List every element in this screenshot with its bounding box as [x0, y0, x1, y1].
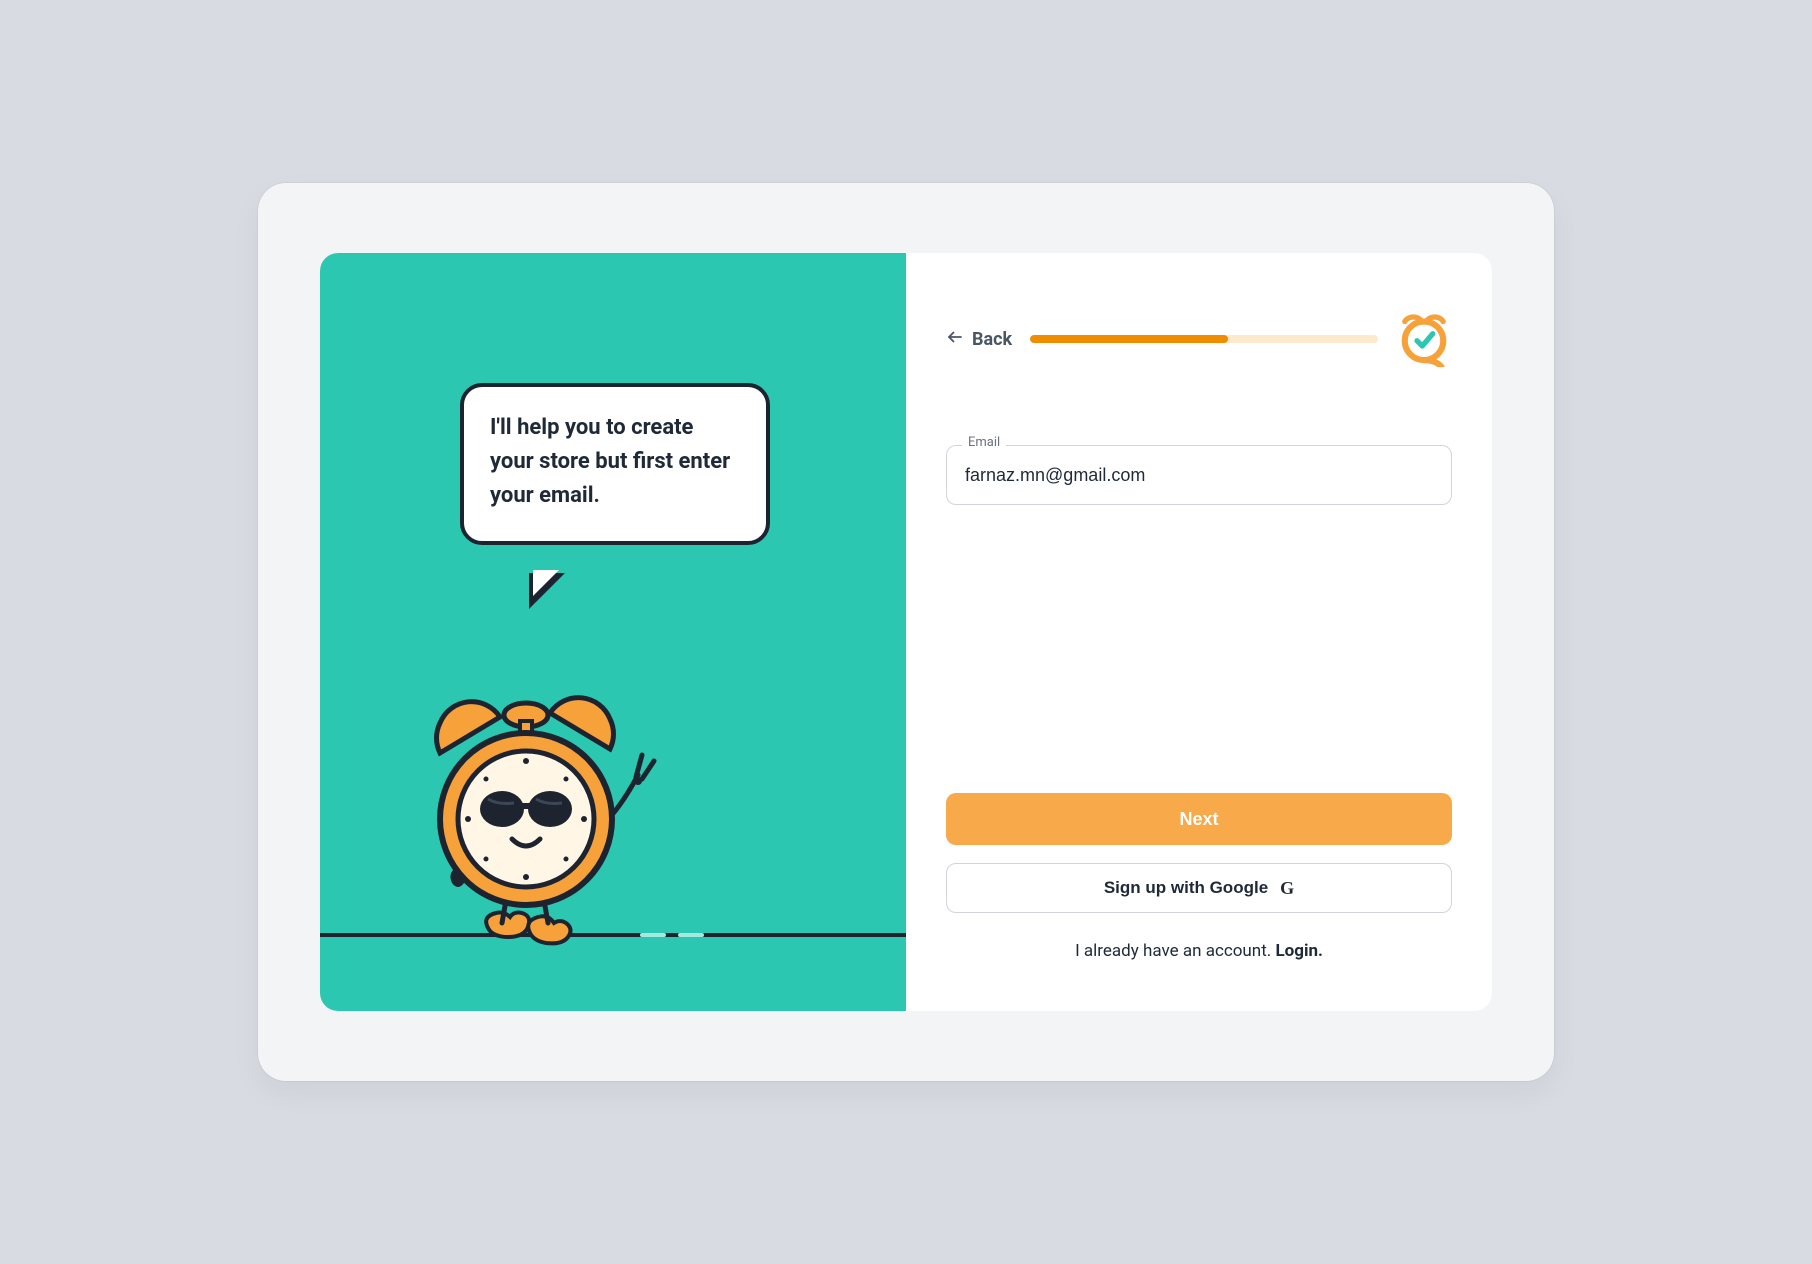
email-input[interactable] [946, 445, 1452, 505]
next-button[interactable]: Next [946, 793, 1452, 845]
google-signup-label: Sign up with Google [1104, 878, 1268, 898]
alarm-clock-check-logo-icon [1396, 311, 1452, 367]
ground-dash [678, 933, 704, 937]
arrow-left-icon [946, 328, 964, 351]
back-button[interactable]: Back [946, 328, 1012, 351]
progress-bar [1030, 335, 1378, 343]
login-link[interactable]: Login. [1275, 941, 1322, 961]
login-line: I already have an account. Login. [946, 941, 1452, 961]
speech-bubble-text: I'll help you to create your store but f… [490, 411, 740, 513]
email-field-wrap: Email [946, 445, 1452, 505]
header-row: Back [946, 311, 1452, 367]
form-panel: Back Email [906, 253, 1492, 1011]
signup-google-button[interactable]: Sign up with Google G [946, 863, 1452, 913]
email-label: Email [962, 435, 1006, 450]
speech-bubble: I'll help you to create your store but f… [460, 383, 770, 545]
existing-account-text: I already have an account. [1075, 941, 1275, 961]
progress-fill [1030, 335, 1228, 343]
onboarding-card: I'll help you to create your store but f… [320, 253, 1492, 1011]
back-label: Back [972, 329, 1012, 350]
app-frame: I'll help you to create your store but f… [258, 183, 1554, 1081]
google-g-icon: G [1280, 878, 1294, 899]
actions-block: Next Sign up with Google G I already hav… [946, 793, 1452, 961]
alarm-clock-mascot-illustration [380, 661, 660, 961]
illustration-panel: I'll help you to create your store but f… [320, 253, 906, 1011]
